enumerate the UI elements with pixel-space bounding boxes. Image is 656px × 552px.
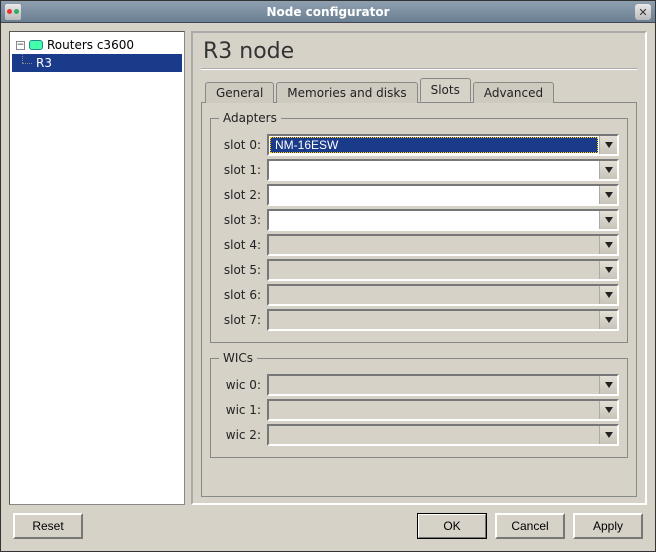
window-title: Node configurator: [266, 5, 389, 19]
tab-general[interactable]: General: [205, 82, 274, 103]
tab-bar: General Memories and disks Slots Advance…: [201, 78, 637, 102]
chevron-down-icon[interactable]: [599, 136, 617, 154]
collapse-icon[interactable]: −: [16, 41, 25, 50]
chevron-down-icon[interactable]: [599, 376, 617, 394]
wics-group: WICs wic 0: wic 1: wic 2:: [210, 351, 628, 458]
slot-combo-4[interactable]: [267, 234, 619, 256]
close-icon[interactable]: ✕: [635, 4, 651, 20]
tab-slots[interactable]: Slots: [420, 78, 471, 102]
router-icon: [29, 40, 43, 50]
wic-label-2: wic 2:: [219, 428, 267, 442]
slot-label-4: slot 4:: [219, 238, 267, 252]
chevron-down-icon[interactable]: [599, 401, 617, 419]
wic-row-1: wic 1:: [219, 399, 619, 421]
node-configurator-window: Node configurator ✕ − Routers c3600 R3 R…: [0, 0, 656, 552]
wic-label-1: wic 1:: [219, 403, 267, 417]
tree-item-routers[interactable]: − Routers c3600: [12, 36, 182, 54]
wic-combo-1[interactable]: [267, 399, 619, 421]
cancel-button[interactable]: Cancel: [495, 513, 565, 539]
divider: [201, 68, 637, 70]
ok-button[interactable]: OK: [417, 513, 487, 539]
slot-row-5: slot 5:: [219, 259, 619, 281]
slot-input-5[interactable]: [269, 261, 599, 279]
slot-combo-5[interactable]: [267, 259, 619, 281]
slot-row-6: slot 6:: [219, 284, 619, 306]
slot-label-6: slot 6:: [219, 288, 267, 302]
chevron-down-icon[interactable]: [599, 311, 617, 329]
slot-combo-2[interactable]: [267, 184, 619, 206]
tab-content-slots: Adapters slot 0: slot 1: slot 2: slot 3: slo…: [201, 102, 637, 497]
chevron-down-icon[interactable]: [599, 161, 617, 179]
chevron-down-icon[interactable]: [599, 426, 617, 444]
slot-input-1[interactable]: [269, 161, 599, 179]
wic-input-1[interactable]: [269, 401, 599, 419]
tree-label-r3: R3: [36, 56, 52, 70]
tab-advanced[interactable]: Advanced: [473, 82, 554, 103]
wic-combo-2[interactable]: [267, 424, 619, 446]
slot-row-4: slot 4:: [219, 234, 619, 256]
wic-label-0: wic 0:: [219, 378, 267, 392]
slot-label-2: slot 2:: [219, 188, 267, 202]
page-title: R3 node: [201, 39, 637, 68]
detail-panel: R3 node General Memories and disks Slots…: [191, 31, 647, 505]
slot-combo-0[interactable]: [267, 134, 619, 156]
slot-input-3[interactable]: [269, 211, 599, 229]
slot-combo-7[interactable]: [267, 309, 619, 331]
slot-combo-1[interactable]: [267, 159, 619, 181]
slot-label-0: slot 0:: [219, 138, 267, 152]
slot-label-1: slot 1:: [219, 163, 267, 177]
slot-input-2[interactable]: [269, 186, 599, 204]
wic-input-0[interactable]: [269, 376, 599, 394]
slot-input-4[interactable]: [269, 236, 599, 254]
wics-legend: WICs: [219, 351, 257, 365]
slot-input-6[interactable]: [269, 286, 599, 304]
chevron-down-icon[interactable]: [599, 211, 617, 229]
apply-button[interactable]: Apply: [573, 513, 643, 539]
slot-label-5: slot 5:: [219, 263, 267, 277]
wic-input-2[interactable]: [269, 426, 599, 444]
chevron-down-icon[interactable]: [599, 236, 617, 254]
reset-button[interactable]: Reset: [13, 513, 83, 539]
titlebar[interactable]: Node configurator ✕: [1, 1, 655, 23]
node-tree[interactable]: − Routers c3600 R3: [9, 31, 185, 505]
adapters-group: Adapters slot 0: slot 1: slot 2: slot 3: slo…: [210, 111, 628, 343]
slot-row-2: slot 2:: [219, 184, 619, 206]
chevron-down-icon[interactable]: [599, 261, 617, 279]
app-icon: [5, 4, 21, 20]
tree-item-r3[interactable]: R3: [12, 54, 182, 72]
button-bar: Reset OK Cancel Apply: [1, 513, 655, 551]
adapters-legend: Adapters: [219, 111, 281, 125]
chevron-down-icon[interactable]: [599, 286, 617, 304]
chevron-down-icon[interactable]: [599, 186, 617, 204]
slot-row-0: slot 0:: [219, 134, 619, 156]
wic-combo-0[interactable]: [267, 374, 619, 396]
tree-label-routers: Routers c3600: [47, 38, 134, 52]
slot-row-1: slot 1:: [219, 159, 619, 181]
slot-input-0[interactable]: [270, 137, 598, 153]
content-area: − Routers c3600 R3 R3 node General Memor…: [1, 23, 655, 513]
slot-combo-3[interactable]: [267, 209, 619, 231]
slot-label-3: slot 3:: [219, 213, 267, 227]
tab-memories[interactable]: Memories and disks: [276, 82, 417, 103]
slot-row-7: slot 7:: [219, 309, 619, 331]
slot-input-7[interactable]: [269, 311, 599, 329]
slot-label-7: slot 7:: [219, 313, 267, 327]
slot-row-3: slot 3:: [219, 209, 619, 231]
wic-row-0: wic 0:: [219, 374, 619, 396]
slot-combo-6[interactable]: [267, 284, 619, 306]
wic-row-2: wic 2:: [219, 424, 619, 446]
